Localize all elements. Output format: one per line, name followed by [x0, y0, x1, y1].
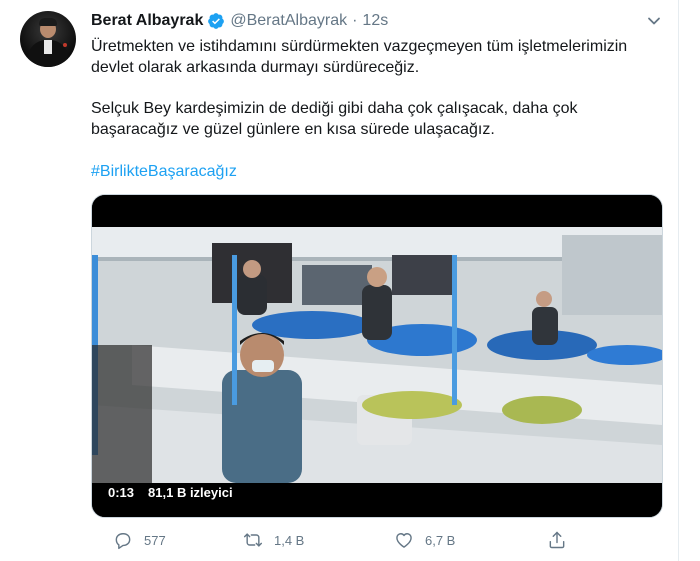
retweet-button[interactable]: 1,4 B — [243, 528, 304, 552]
reply-icon — [115, 533, 131, 550]
tweet-text-line: Selçuk Bey kardeşimizin de dediği gibi d… — [91, 100, 578, 117]
video-frame — [92, 195, 662, 517]
video-player[interactable]: 0:13 81,1 B izleyici — [91, 194, 663, 518]
column-divider — [678, 0, 679, 561]
tweet-text-line: devlet olarak arkasında durmayı sürdürec… — [91, 59, 420, 76]
chevron-down-icon[interactable] — [646, 13, 662, 29]
view-count: 81,1 B izleyici — [148, 485, 233, 500]
video-info: 0:13 81,1 B izleyici — [108, 485, 233, 500]
timestamp[interactable]: 12s — [362, 12, 388, 30]
like-icon — [396, 533, 412, 548]
user-handle[interactable]: @BeratAlbayrak — [230, 12, 347, 30]
reply-button[interactable]: 577 — [113, 528, 166, 552]
video-time: 0:13 — [108, 485, 135, 500]
display-name[interactable]: Berat Albayrak — [91, 12, 203, 30]
avatar[interactable] — [20, 11, 76, 67]
share-icon — [549, 531, 565, 549]
tweet-text-line: Üretmekten ve istihdamını sürdürmekten v… — [91, 38, 628, 55]
like-button[interactable]: 6,7 B — [394, 528, 455, 552]
verified-badge-icon — [208, 13, 225, 29]
tweet-header: Berat Albayrak @BeratAlbayrak · 12s — [91, 11, 388, 31]
retweet-count: 1,4 B — [274, 532, 305, 548]
hashtag-link[interactable]: #BirlikteBaşaracağız — [91, 161, 237, 182]
reply-count: 577 — [144, 532, 166, 548]
tweet-actions: 577 1,4 B 6,7 B — [91, 528, 571, 552]
retweet-icon — [243, 533, 263, 547]
tweet-text-line: başaracağız ve güzel günlere en kısa sür… — [91, 121, 495, 138]
share-button[interactable] — [547, 528, 567, 552]
like-count: 6,7 B — [425, 532, 456, 548]
separator-dot: · — [352, 12, 358, 29]
